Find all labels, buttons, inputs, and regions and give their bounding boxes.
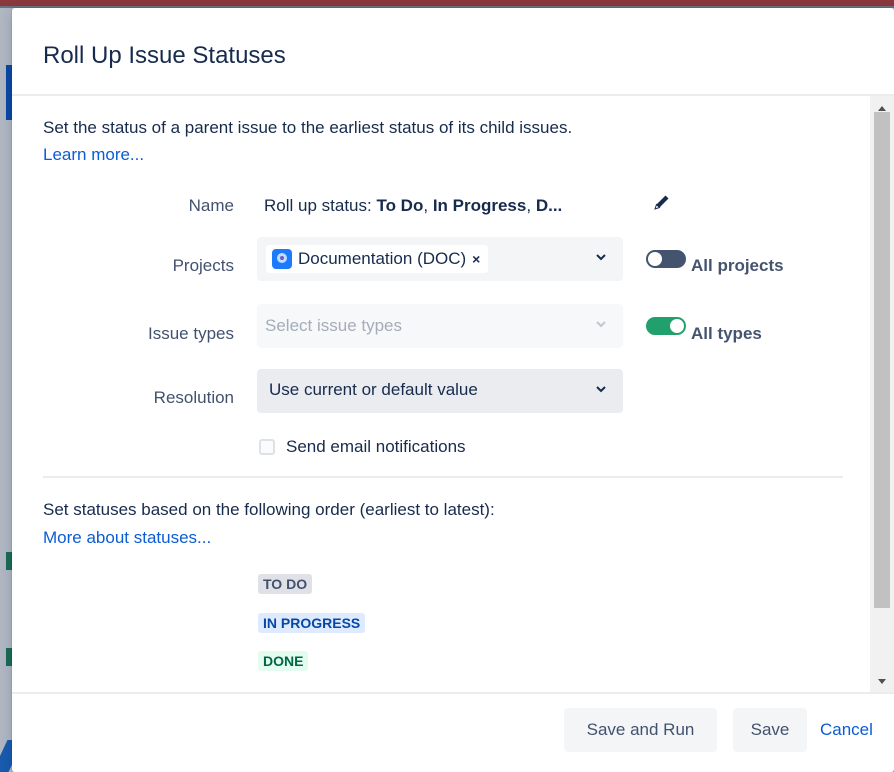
status-lozenge-todo[interactable]: TO DO [258,574,313,594]
scroll-down-arrow-icon[interactable] [875,676,889,688]
footer-divider [12,692,894,694]
project-chip-label: Documentation (DOC) [298,249,467,268]
name-status-1: To Do [376,196,424,215]
projects-select[interactable]: Documentation (DOC) × [257,237,623,281]
issue-types-select: Select issue types [257,304,623,348]
all-types-toggle[interactable] [646,317,686,335]
name-status-2: In Progress [432,196,527,215]
name-status-3: D... [535,196,563,215]
learn-more-link[interactable]: Learn more... [43,145,144,165]
name-separator: , [526,196,536,215]
scrollbar-thumb[interactable] [874,112,890,608]
name-prefix: Roll up status: [264,196,377,215]
section-divider [43,476,843,478]
save-and-run-button[interactable]: Save and Run [564,708,717,752]
name-separator: , [423,196,433,215]
dialog-title: Roll Up Issue Statuses [43,42,286,69]
rule-name-value: Roll up status: To Do, In Progress, D... [264,196,562,216]
resolution-select[interactable]: Use current or default value [257,369,623,413]
status-lozenge-done[interactable]: DONE [258,651,309,671]
project-avatar-icon [272,249,292,269]
pencil-icon[interactable] [652,192,672,212]
cancel-link[interactable]: Cancel [820,720,873,740]
email-notifications-checkbox[interactable] [259,439,275,455]
issue-types-placeholder: Select issue types [265,316,403,335]
save-button[interactable]: Save [733,708,807,752]
chevron-down-icon [596,321,606,328]
chevron-down-icon[interactable] [593,249,609,265]
name-label: Name [188,196,234,215]
dialog-body[interactable]: Set the status of a parent issue to the … [12,96,870,692]
project-chip: Documentation (DOC) × [266,245,489,273]
resolution-value: Use current or default value [269,380,478,399]
more-about-statuses-link[interactable]: More about statuses... [43,528,211,548]
all-types-label: All types [691,324,762,343]
issue-types-label: Issue types [148,324,234,343]
resolution-label: Resolution [153,388,234,407]
all-projects-toggle[interactable] [646,250,686,268]
all-projects-label: All projects [691,256,784,275]
projects-label: Projects [172,256,234,275]
intro-text: Set the status of a parent issue to the … [43,118,573,137]
remove-project-icon[interactable]: × [472,251,480,267]
scroll-up-arrow-icon[interactable] [875,102,889,114]
roll-up-dialog: Roll Up Issue Statuses Set the status of… [12,8,894,772]
email-notifications-label[interactable]: Send email notifications [286,437,466,457]
status-order-text: Set statuses based on the following orde… [43,500,495,519]
chevron-down-icon[interactable] [593,381,609,397]
toggle-knob [670,319,684,333]
status-lozenge-in-progress[interactable]: IN PROGRESS [258,613,366,633]
toggle-knob [648,252,662,266]
